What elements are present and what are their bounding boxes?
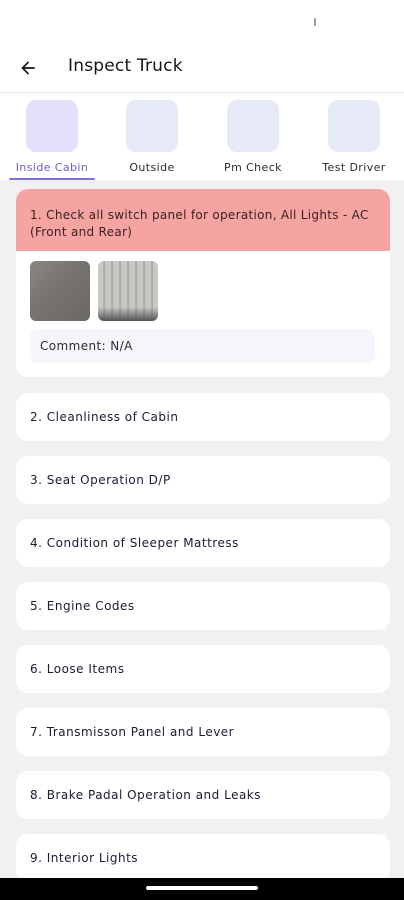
tab-thumbnail xyxy=(126,100,178,152)
comment-box: Comment: N/A xyxy=(30,329,375,363)
checklist-item-label: 9. Interior Lights xyxy=(30,851,139,865)
arrow-left-icon xyxy=(21,61,35,75)
category-tabs: Inside Cabin Outside Pm Check Test Drive… xyxy=(0,93,404,180)
checklist-item-label: 8. Brake Padal Operation and Leaks xyxy=(30,788,262,802)
tab-label: Test Driver xyxy=(322,161,386,174)
home-gesture-handle[interactable] xyxy=(146,886,258,890)
status-bar xyxy=(0,0,404,44)
app-bar: Inspect Truck xyxy=(0,44,404,92)
tab-thumbnail xyxy=(328,100,380,152)
tab-pm-check[interactable]: Pm Check xyxy=(208,93,298,180)
tab-label: Pm Check xyxy=(224,161,282,174)
tab-thumbnail xyxy=(227,100,279,152)
tab-label: Outside xyxy=(129,161,175,174)
checklist-item[interactable]: 5. Engine Codes xyxy=(16,582,390,630)
inspection-photo[interactable] xyxy=(98,261,158,321)
checklist-item-label: 4. Condition of Sleeper Mattress xyxy=(30,536,239,550)
checklist-item[interactable]: 2. Cleanliness of Cabin xyxy=(16,393,390,441)
tab-test-driver[interactable]: Test Driver xyxy=(309,93,399,180)
checklist-item-header: 1. Check all switch panel for operation,… xyxy=(16,189,390,251)
tab-label: Inside Cabin xyxy=(15,161,89,174)
checklist-item[interactable]: 9. Interior Lights xyxy=(16,834,390,882)
checklist-item[interactable]: 3. Seat Operation D/P xyxy=(16,456,390,504)
checklist-item[interactable]: 6. Loose Items xyxy=(16,645,390,693)
checklist-item-label: 6. Loose Items xyxy=(30,662,125,676)
system-nav-bar xyxy=(0,878,404,900)
tab-inside-cabin[interactable]: Inside Cabin xyxy=(7,93,97,180)
page-title: Inspect Truck xyxy=(68,56,183,76)
checklist-item[interactable]: 8. Brake Padal Operation and Leaks xyxy=(16,771,390,819)
checklist-item-label: 5. Engine Codes xyxy=(30,599,135,613)
checklist-item[interactable]: 7. Transmisson Panel and Lever xyxy=(16,708,390,756)
checklist-item-label: 7. Transmisson Panel and Lever xyxy=(30,725,235,739)
checklist-item[interactable]: 4. Condition of Sleeper Mattress xyxy=(16,519,390,567)
checklist-item-title: 1. Check all switch panel for operation,… xyxy=(30,208,369,239)
inspection-photo[interactable] xyxy=(30,261,90,321)
checklist-item-expanded[interactable]: 1. Check all switch panel for operation,… xyxy=(16,189,390,377)
active-tab-indicator xyxy=(9,178,95,180)
status-indicator xyxy=(314,18,316,26)
back-button[interactable] xyxy=(12,52,44,84)
checklist-item-label: 3. Seat Operation D/P xyxy=(30,473,171,487)
tab-outside[interactable]: Outside xyxy=(107,93,197,180)
tab-thumbnail xyxy=(26,100,78,152)
checklist-item-label: 2. Cleanliness of Cabin xyxy=(30,410,179,424)
